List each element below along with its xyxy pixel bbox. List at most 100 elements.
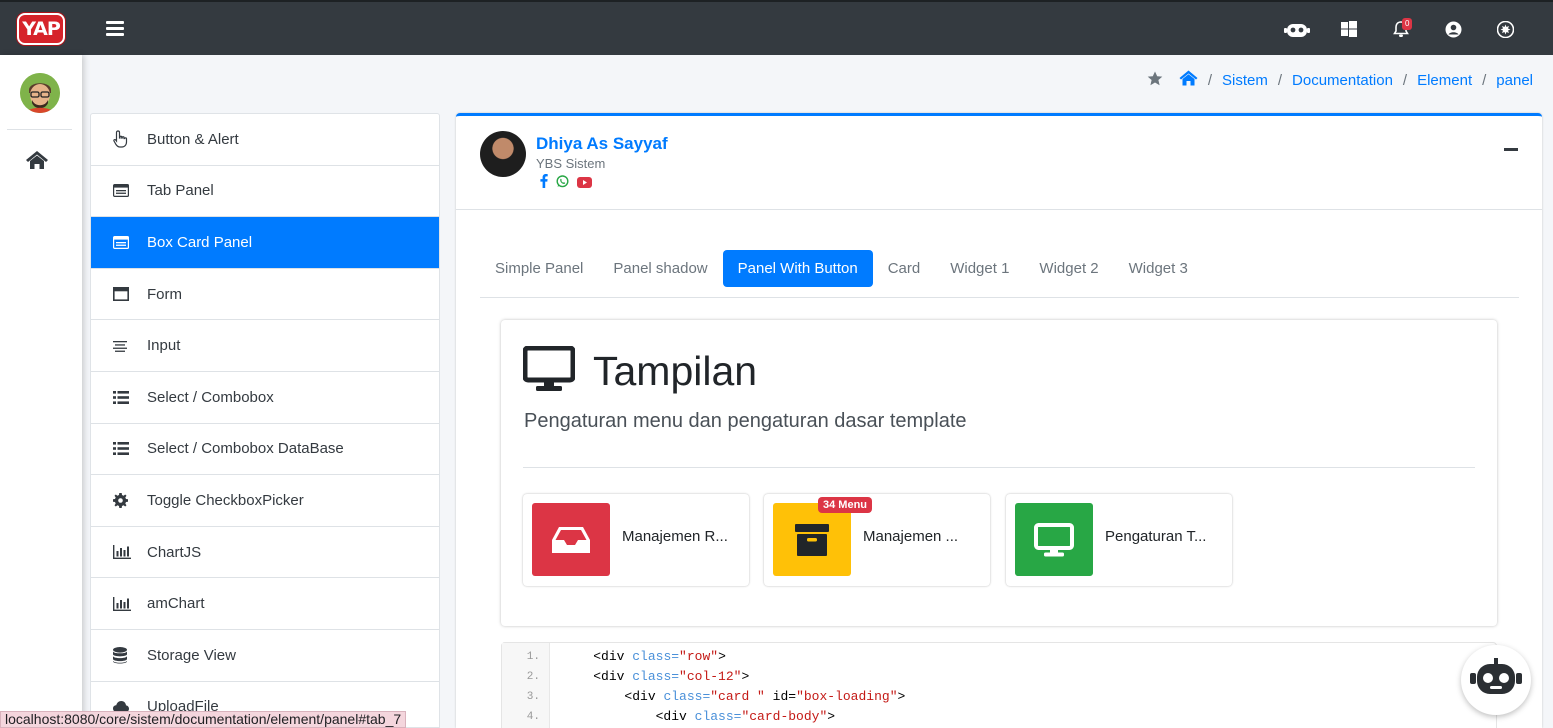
monitor-icon (522, 345, 576, 397)
tile-label: Manajemen ... (863, 528, 959, 545)
star-icon[interactable] (1147, 71, 1163, 90)
panel-tabs: Simple Panel Panel shadow Panel With But… (480, 250, 1519, 298)
align-icon (113, 340, 147, 352)
youtube-icon[interactable] (577, 175, 592, 193)
menu-item-select-combobox-database[interactable]: Select / Combobox DataBase (91, 424, 439, 476)
brand-logo[interactable]: YAP (17, 12, 65, 45)
menu-item-chartjs[interactable]: ChartJS (91, 527, 439, 579)
facebook-icon[interactable] (540, 174, 548, 193)
code-line: 1. <div class="row"> (502, 647, 726, 667)
social-links (540, 174, 592, 193)
tile-label: Pengaturan T... (1105, 528, 1207, 545)
menu-item-label: Toggle CheckboxPicker (147, 491, 304, 509)
top-navbar: YAP 0 (0, 0, 1553, 55)
pointer-hand-icon (113, 130, 147, 148)
panel-description: Pengaturan menu dan pengaturan dasar tem… (524, 410, 967, 432)
settings-icon[interactable] (1479, 16, 1531, 42)
menu-item-form[interactable]: Form (91, 269, 439, 321)
menu-item-label: amChart (147, 595, 205, 613)
breadcrumb-item-sistem[interactable]: Sistem (1222, 72, 1268, 89)
user-avatar[interactable] (480, 131, 526, 177)
database-icon (113, 646, 147, 664)
status-bar-url: localhost:8080/core/sistem/documentation… (0, 711, 407, 728)
code-text: <div class="card-body"> (562, 707, 835, 727)
menu-item-label: Select / Combobox DataBase (147, 440, 344, 458)
user-name[interactable]: Dhiya As Sayyaf (536, 134, 668, 154)
breadcrumb-item-element[interactable]: Element (1417, 72, 1472, 89)
user-circle-icon[interactable] (1427, 16, 1479, 42)
code-text: <div class="card " id="box-loading"> (562, 687, 905, 707)
code-tag-end: > (718, 649, 726, 664)
menu-item-toggle-checkboxpicker[interactable]: Toggle CheckboxPicker (91, 475, 439, 527)
user-subtitle: YBS Sistem (536, 156, 606, 171)
menu-item-input[interactable]: Input (91, 320, 439, 372)
code-value: "card-body" (741, 709, 828, 724)
menu-item-button-alert[interactable]: Button & Alert (91, 114, 439, 166)
code-text: <div class="row"> (562, 647, 726, 667)
tab-card[interactable]: Card (873, 250, 936, 287)
inbox-icon (532, 503, 610, 576)
breadcrumb-separator: / (1207, 71, 1212, 89)
code-attr: class= (632, 669, 680, 684)
avatar[interactable] (20, 73, 60, 113)
menu-item-select-combobox[interactable]: Select / Combobox (91, 372, 439, 424)
menu-toggle-icon[interactable] (106, 18, 124, 38)
tab-widget-3[interactable]: Widget 3 (1114, 250, 1203, 287)
code-tag: <div (593, 649, 633, 664)
code-tag: <div (593, 669, 633, 684)
tab-panel-icon (113, 184, 147, 198)
tab-simple-panel[interactable]: Simple Panel (480, 250, 598, 287)
breadcrumb-home-icon[interactable] (1179, 70, 1198, 90)
element-menu: Button & Alert Tab Panel Box Card Panel … (90, 113, 440, 728)
tile-manajemen[interactable]: 34 Menu Manajemen ... (764, 494, 990, 586)
tile-manajemen-r[interactable]: Manajemen R... (523, 494, 749, 586)
code-tag-end: > (897, 689, 906, 704)
tile-label: Manajemen R... (622, 528, 728, 545)
collapse-button[interactable] (1504, 148, 1518, 151)
robot-icon[interactable] (1271, 16, 1323, 42)
menu-item-label: ChartJS (147, 543, 202, 561)
code-attr: class= (663, 689, 711, 704)
menu-item-box-card-panel[interactable]: Box Card Panel (91, 217, 439, 269)
breadcrumb-item-documentation[interactable]: Documentation (1292, 72, 1393, 89)
tab-panel-shadow[interactable]: Panel shadow (598, 250, 722, 287)
code-text: <div class="col-12"> (562, 667, 749, 687)
card-header: Dhiya As Sayyaf YBS Sistem (456, 116, 1542, 210)
code-attr: class= (694, 709, 742, 724)
code-value: "card " (710, 689, 765, 704)
list-icon (113, 390, 147, 404)
profile-card: Dhiya As Sayyaf YBS Sistem Simple Panel … (456, 113, 1542, 728)
home-icon[interactable] (25, 150, 49, 172)
list-icon (113, 442, 147, 456)
menu-item-storage-view[interactable]: Storage View (91, 630, 439, 682)
panel-title: Tampilan (522, 345, 758, 397)
code-viewer[interactable]: 1. <div class="row"> 2. <div class="col-… (501, 642, 1497, 728)
line-number: 3. (526, 691, 540, 703)
menu-item-amchart[interactable]: amChart (91, 578, 439, 630)
left-sidebar (0, 55, 82, 728)
archive-icon (773, 503, 851, 576)
bell-icon[interactable]: 0 (1375, 16, 1427, 42)
code-tag-end: > (741, 669, 750, 684)
tab-widget-1[interactable]: Widget 1 (935, 250, 1024, 287)
menu-item-tab-panel[interactable]: Tab Panel (91, 166, 439, 218)
windows-icon[interactable] (1323, 16, 1375, 42)
whatsapp-icon[interactable] (556, 174, 569, 193)
tab-panel-with-button[interactable]: Panel With Button (722, 250, 873, 287)
tampilan-panel: Tampilan Pengaturan menu dan pengaturan … (501, 320, 1497, 626)
code-tag: <div (655, 709, 695, 724)
code-attr: id= (764, 689, 797, 704)
chatbot-button[interactable] (1461, 645, 1531, 715)
code-line: 3. <div class="card " id="box-loading"> (502, 687, 906, 707)
breadcrumb-item-panel[interactable]: panel (1496, 72, 1533, 89)
tab-widget-2[interactable]: Widget 2 (1024, 250, 1113, 287)
tile-pengaturan-t[interactable]: Pengaturan T... (1006, 494, 1232, 586)
brand[interactable]: YAP (0, 2, 82, 55)
menu-item-label: Button & Alert (147, 130, 239, 148)
panel-title-text: Tampilan (593, 348, 758, 394)
menu-item-label: Select / Combobox (147, 388, 274, 406)
